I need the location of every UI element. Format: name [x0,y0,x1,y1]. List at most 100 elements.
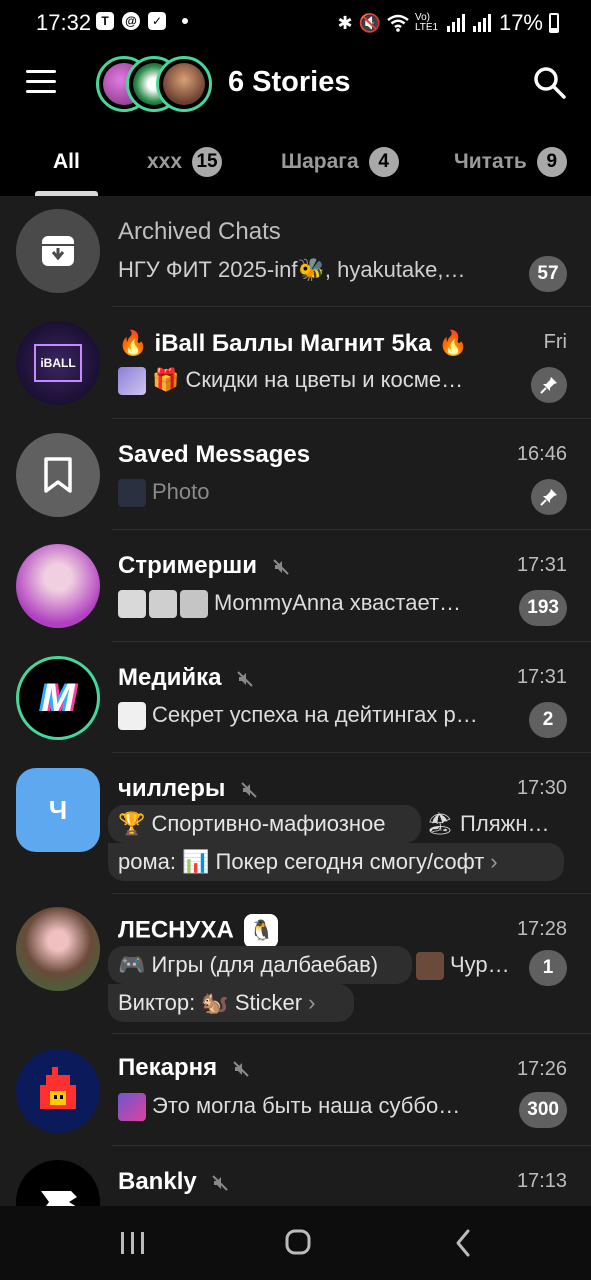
more-notifications-icon [182,18,188,24]
t-app-icon: T [96,12,114,30]
chat-title: Bankly [118,1168,229,1196]
muted-icon [237,670,253,687]
fire-pixel-icon [40,1067,76,1109]
avatar: iBALL [16,321,100,405]
pin-icon [531,367,567,403]
topic-label: 🏆 Спортивно-мафиозное [118,811,386,836]
top-bar: 17:32 T @ ✓ ✱ 🔇 Vo) LTE1 17% 6 Stories A… [0,0,591,196]
chat-preview: MommyAnna хвастает… [214,590,462,615]
chat-preview-row: 🎁 Скидки на цветы и косме… [118,367,508,396]
tab-label: All [53,150,80,173]
topic-message: рома: 📊 Покер сегодня смогу/софт [118,849,485,874]
app-header: 6 Stories [0,44,591,124]
tab-xxx[interactable]: xxx 15 [147,138,223,196]
muted-icon [212,1174,229,1191]
avatar [16,209,100,293]
chat-title-text: ЛЕСНУХА [118,916,234,944]
muted-icon [272,558,289,575]
chat-title: ЛЕСНУХА 🐧 [118,914,279,948]
chat-row-iball[interactable]: iBALL 🔥 iBall Баллы Магнит 5ka 🔥 Fri 🎁 С… [0,307,591,419]
status-right: ✱ 🔇 Vo) LTE1 17% [337,10,559,36]
stories-avatars[interactable] [96,56,216,116]
tab-chitat[interactable]: Читать 9 [454,138,567,196]
chat-time: 17:28 [516,918,567,940]
chevron-right-icon: › [308,990,316,1015]
tab-count: 4 [368,147,399,177]
topic-secondary: 🏖 Пляжн… [426,811,550,836]
unread-badge: 2 [529,702,567,738]
thumbnail [118,1093,146,1122]
story-avatar-3[interactable] [156,56,212,112]
chat-time: 17:31 [516,554,567,576]
chat-row-lesnukha[interactable]: ЛЕСНУХА 🐧 17:28 🎮 Игры (для далбаебав) Ч… [0,894,591,1034]
chat-time: 17:26 [516,1058,567,1080]
chat-title: 🔥 iBall Баллы Магнит 5ka 🔥 [118,330,469,357]
tab-label: Читать [454,150,527,173]
chat-time: 17:30 [516,777,567,799]
mute-icon: 🔇 [358,12,381,33]
home-icon[interactable] [278,1228,318,1258]
chat-title-text: Bankly [118,1168,197,1195]
pin-icon [531,479,567,515]
tab-sharaga[interactable]: Шарага 4 [281,138,399,196]
chat-list: Archived Chats НГУ ФИТ 2025-inf🐝, hyakut… [0,196,591,1206]
chat-row-chillery[interactable]: Ч чиллеры 17:30 🏆 Спортивно-мафиозное 🏖 … [0,753,591,894]
chat-row-strimershi[interactable]: Стримерши 17:31 MommyAnna хвастает… 193 [0,530,591,642]
search-icon[interactable] [533,66,567,100]
avatar: Ч [16,768,100,852]
topic-pill[interactable]: 🏆 Спортивно-мафиозное [108,805,421,843]
chat-row-bankly[interactable]: Bankly 17:13 [0,1146,591,1206]
topic-label: 🎮 Игры (для далбаебав) [118,952,379,977]
menu-button[interactable] [26,70,58,98]
chat-title: Пекарня [118,1054,250,1082]
notification-icons: T @ ✓ [96,12,188,30]
chat-row-mediyka[interactable]: M Медийка 17:31 Секрет успеха на дейтинг… [0,642,591,753]
status-time: 17:32 [36,10,92,35]
check-icon: ✓ [148,12,166,30]
system-nav-bar [0,1206,591,1280]
chat-preview: 🎁 Скидки на цветы и косме… [152,367,464,392]
chevron-right-icon: › [490,849,498,874]
chat-title: чиллеры [118,775,258,803]
tab-count: 9 [536,147,567,177]
topic-last-message[interactable]: рома: 📊 Покер сегодня смогу/софт › [108,843,564,881]
tab-all[interactable]: All [53,138,80,196]
recent-apps-icon[interactable] [112,1228,152,1258]
chat-preview-row: Секрет успеха на дейтингах р… [118,702,514,731]
bluetooth-icon: ✱ [337,12,353,33]
topic-last-message[interactable]: Виктор: 🐿️ Sticker › [108,984,354,1022]
thumbnail [118,702,146,731]
chat-row-pekarnya[interactable]: Пекарня 17:26 Это могла быть наша суббо…… [0,1034,591,1146]
chat-row-archived[interactable]: Archived Chats НГУ ФИТ 2025-inf🐝, hyakut… [0,196,591,307]
spiral-icon: @ [122,12,140,30]
topic-secondary: Чур… [450,952,510,977]
avatar-text: Ч [48,794,68,825]
topic-pill[interactable]: 🎮 Игры (для далбаебав) [108,946,412,984]
network-label: Vo) LTE1 [414,12,439,33]
avatar-text: M [41,675,75,720]
chat-title-text: Стримерши [118,552,258,579]
chat-time: 17:31 [516,666,567,688]
muted-icon [233,1060,249,1077]
avatar [16,544,100,628]
chat-title: Saved Messages [118,441,311,468]
chat-preview-row: Photo [118,479,498,508]
folder-tabs: All xxx 15 Шарага 4 Читать 9 [0,138,591,196]
unread-badge: 1 [529,950,567,986]
chat-title: Стримерши [118,552,290,580]
back-icon[interactable] [444,1228,484,1258]
chat-row-saved-messages[interactable]: Saved Messages 16:46 Photo [0,419,591,530]
chat-preview: НГУ ФИТ 2025-inf🐝, hyakutake,… [118,257,466,282]
archive-icon [42,236,74,266]
chat-time: 17:13 [516,1170,567,1192]
chat-time: 16:46 [516,443,567,465]
chat-preview-row: MommyAnna хвастает… [118,590,498,619]
thumbnail [118,367,146,396]
unread-badge: 300 [519,1092,567,1128]
bankly-logo-icon [41,1191,77,1206]
tab-label: Шарага [281,150,359,173]
muted-icon [241,781,257,798]
thumbnail [118,479,146,508]
topic-message: Виктор: 🐿️ Sticker [118,990,303,1015]
thumbnail [180,590,208,619]
